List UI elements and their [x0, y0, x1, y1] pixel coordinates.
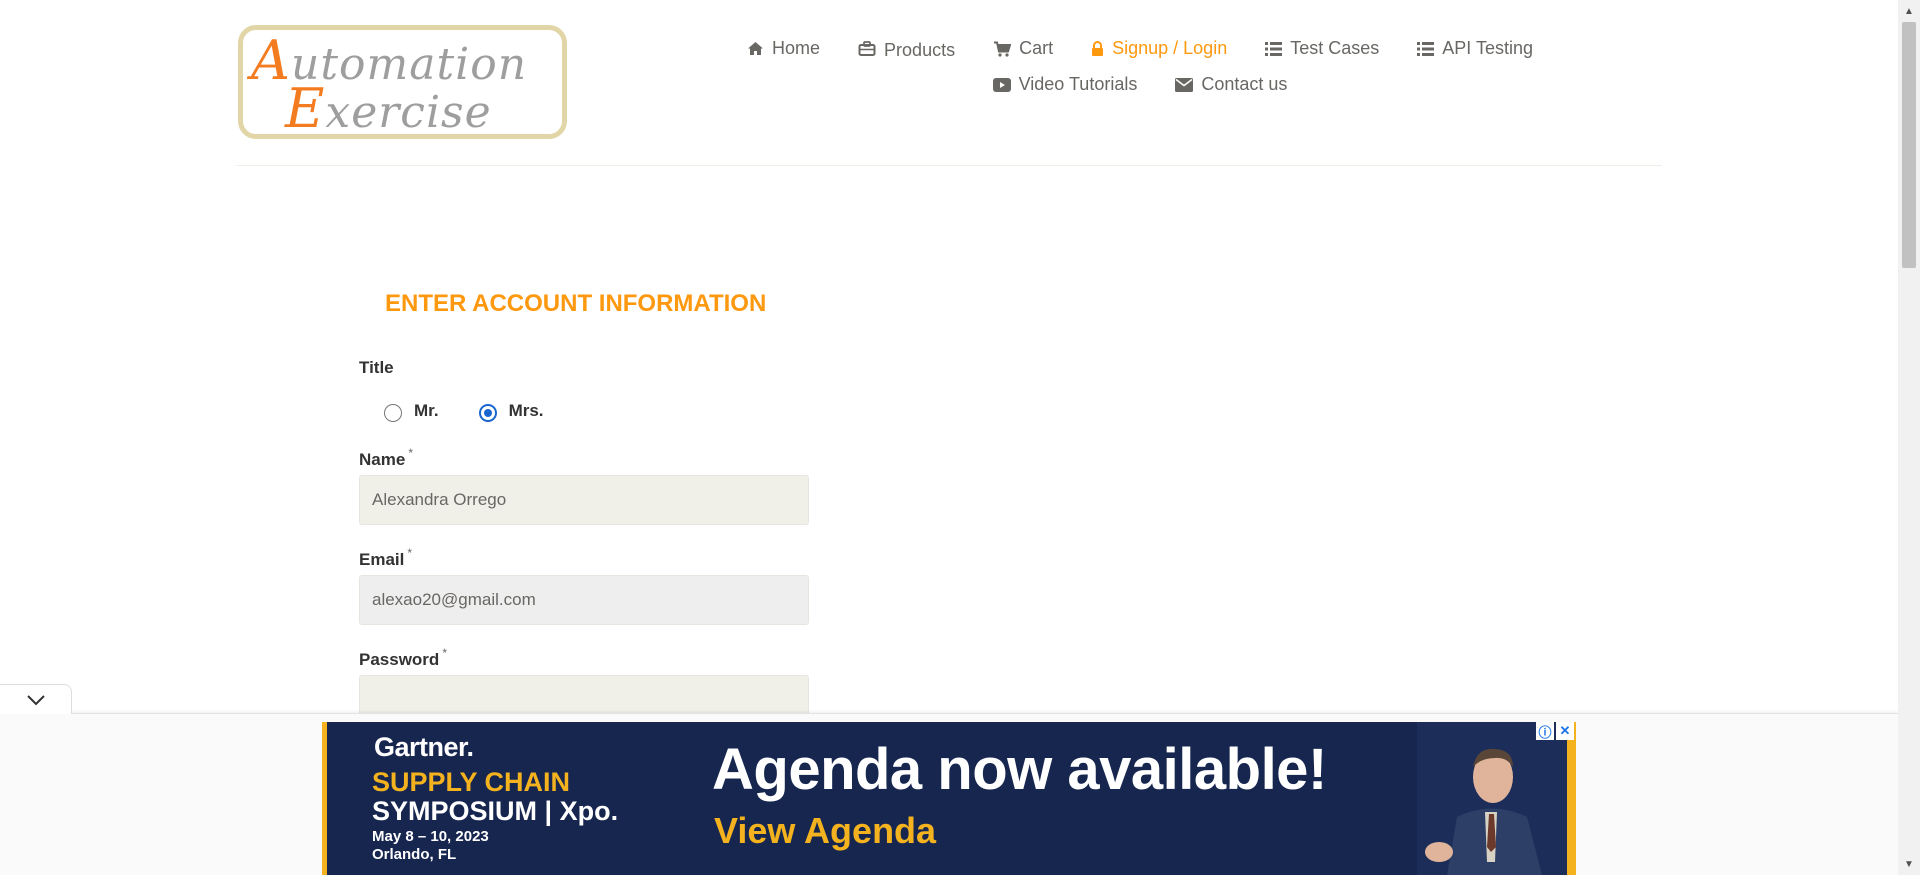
ad-date: May 8 – 10, 2023 — [372, 828, 489, 845]
nav-home-label: Home — [772, 38, 821, 58]
main-nav: Home Products Cart Signup / Login Test C… — [740, 36, 1540, 95]
ad-location: Orlando, FL — [372, 846, 457, 863]
ad-brand: Gartner. — [374, 732, 474, 762]
form-heading: ENTER ACCOUNT INFORMATION — [385, 290, 767, 317]
nav-test-cases[interactable]: Test Cases — [1246, 38, 1398, 59]
title-option-mrs[interactable]: Mrs. — [478, 400, 544, 422]
nav-contact-us-label: Contact us — [1201, 74, 1288, 94]
nav-row-1: Home Products Cart Signup / Login Test C… — [740, 36, 1540, 61]
email-input[interactable] — [359, 575, 809, 625]
nav-api-testing-label: API Testing — [1442, 38, 1533, 58]
nav-cart[interactable]: Cart — [974, 38, 1072, 59]
envelope-icon — [1175, 77, 1194, 92]
site-logo[interactable]: Automation Exercise — [238, 25, 567, 139]
lock-icon — [1092, 40, 1104, 56]
nav-signup-login-label: Signup / Login — [1112, 38, 1228, 58]
required-marker: * — [407, 546, 413, 560]
ad-stripe-left — [322, 722, 327, 875]
password-label: Password * — [359, 646, 447, 669]
cart-icon — [994, 41, 1012, 57]
ad-headline: Agenda now available! — [712, 737, 1327, 802]
nav-video-tutorials-label: Video Tutorials — [1018, 74, 1138, 94]
email-label: Email * — [359, 546, 413, 569]
logo-line-2: Exercise — [285, 77, 492, 140]
required-marker: * — [442, 646, 447, 660]
title-option-mr[interactable]: Mr. — [384, 400, 439, 422]
nav-contact-us[interactable]: Contact us — [1156, 74, 1306, 95]
nav-api-testing[interactable]: API Testing — [1398, 38, 1552, 59]
name-label: Name * — [359, 446, 413, 469]
nav-cart-label: Cart — [1019, 38, 1054, 58]
nav-products-label: Products — [884, 40, 956, 60]
radio-mrs[interactable] — [478, 404, 497, 422]
home-icon — [748, 42, 764, 55]
vertical-scrollbar[interactable]: ▲ ▼ — [1898, 0, 1920, 875]
nav-row-2: Video Tutorials Contact us — [740, 74, 1540, 95]
ad-close-icon[interactable]: ✕ — [1556, 722, 1574, 740]
title-label: Title — [359, 358, 394, 377]
youtube-icon — [992, 77, 1011, 92]
nav-test-cases-label: Test Cases — [1290, 38, 1380, 58]
ad-controls: ⓘ ✕ — [1536, 722, 1574, 740]
ad-creative[interactable]: Gartner. SUPPLY CHAIN SYMPOSIUM | Xpo. M… — [322, 722, 1576, 875]
products-icon — [858, 41, 876, 56]
ad-collapse-toggle[interactable] — [0, 684, 72, 714]
scroll-thumb[interactable] — [1902, 22, 1916, 268]
radio-mr[interactable] — [384, 404, 402, 422]
chevron-down-icon — [26, 694, 45, 705]
list-icon — [1265, 41, 1283, 56]
nav-products[interactable]: Products — [839, 36, 974, 61]
header-divider — [236, 165, 1662, 166]
ad-cta[interactable]: View Agenda — [714, 810, 936, 852]
site-header: Automation Exercise Home Products Cart S… — [0, 0, 1898, 166]
scroll-down-arrow[interactable]: ▼ — [1898, 855, 1920, 873]
ad-info-icon[interactable]: ⓘ — [1536, 722, 1554, 740]
ad-event-line2: SYMPOSIUM | Xpo. — [372, 796, 619, 826]
nav-signup-login[interactable]: Signup / Login — [1072, 38, 1246, 59]
ad-stripe-right — [1567, 722, 1576, 875]
title-radio-group: Mr. Mrs. — [384, 400, 584, 422]
nav-video-tutorials[interactable]: Video Tutorials — [974, 74, 1157, 95]
ad-person-image — [1417, 722, 1567, 875]
list-icon — [1417, 41, 1435, 56]
radio-mrs-label: Mrs. — [508, 401, 544, 420]
name-input[interactable] — [359, 475, 809, 525]
required-marker: * — [408, 446, 413, 460]
scroll-up-arrow[interactable]: ▲ — [1898, 2, 1920, 20]
ad-event-line1: SUPPLY CHAIN — [372, 767, 571, 797]
radio-mr-label: Mr. — [414, 401, 439, 420]
nav-home[interactable]: Home — [728, 38, 839, 59]
